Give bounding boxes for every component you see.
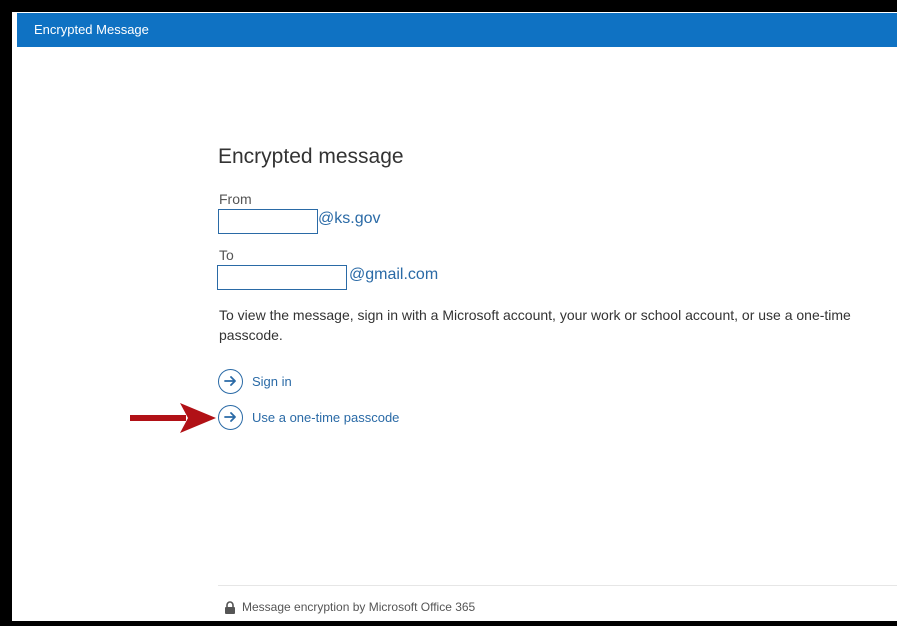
from-address-redaction [218, 209, 318, 234]
page-title: Encrypted message [218, 145, 404, 168]
from-address-domain: @ks.gov [318, 210, 381, 227]
one-time-passcode-label: Use a one-time passcode [252, 409, 400, 425]
to-address-redaction [217, 265, 347, 290]
footer: Message encryption by Microsoft Office 3… [224, 599, 475, 615]
footer-text: Message encryption by Microsoft Office 3… [242, 600, 476, 614]
window-title: Encrypted Message [34, 22, 149, 37]
sign-in-link[interactable]: Sign in [218, 368, 292, 394]
lock-icon [225, 600, 235, 614]
title-bar: Encrypted Message [17, 13, 897, 47]
arrow-circle-icon [218, 404, 243, 430]
red-arrow-icon [130, 403, 216, 433]
to-address-domain: @gmail.com [349, 266, 439, 283]
from-label: From [219, 191, 252, 207]
arrow-circle-icon [218, 368, 243, 394]
frame-border-left [0, 0, 12, 626]
frame-border-bottom [0, 621, 897, 626]
one-time-passcode-link[interactable]: Use a one-time passcode [218, 404, 399, 430]
to-label: To [219, 247, 234, 263]
frame-border-top [0, 0, 897, 12]
footer-divider [218, 585, 897, 586]
sign-in-label: Sign in [252, 373, 292, 389]
instructions-text: To view the message, sign in with a Micr… [219, 307, 851, 343]
